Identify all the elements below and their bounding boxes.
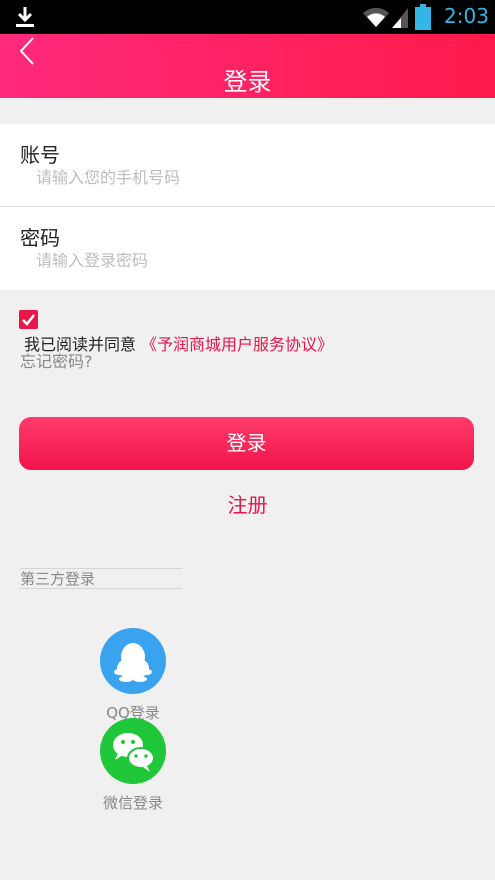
third-party-label: 第三方登录 bbox=[20, 568, 182, 589]
wechat-login-label: 微信登录 bbox=[102, 794, 163, 812]
forgot-password-link[interactable]: 忘记密码? bbox=[20, 348, 93, 372]
login-button[interactable]: 登录 bbox=[19, 417, 474, 470]
download-icon bbox=[16, 7, 34, 27]
password-row: 密码 bbox=[0, 207, 495, 290]
battery-icon bbox=[415, 4, 431, 30]
account-input[interactable] bbox=[36, 164, 456, 190]
checkmark-icon bbox=[22, 314, 35, 326]
password-input[interactable] bbox=[36, 247, 456, 273]
status-bar: 2:03 bbox=[0, 0, 495, 34]
app-header: 登录 bbox=[0, 34, 495, 98]
page-title: 登录 bbox=[223, 68, 272, 96]
status-time: 2:03 bbox=[444, 4, 489, 28]
account-row: 账号 bbox=[0, 124, 495, 207]
qq-icon bbox=[114, 643, 152, 682]
register-link[interactable]: 注册 bbox=[0, 489, 495, 518]
wifi-icon bbox=[363, 7, 389, 27]
agreement-link[interactable]: 《予润商城用户服务协议》 bbox=[141, 331, 333, 355]
wechat-icon bbox=[113, 733, 155, 772]
signal-icon bbox=[392, 8, 408, 28]
agreement-checkbox[interactable] bbox=[19, 310, 38, 329]
login-form: 账号 密码 bbox=[0, 124, 495, 290]
